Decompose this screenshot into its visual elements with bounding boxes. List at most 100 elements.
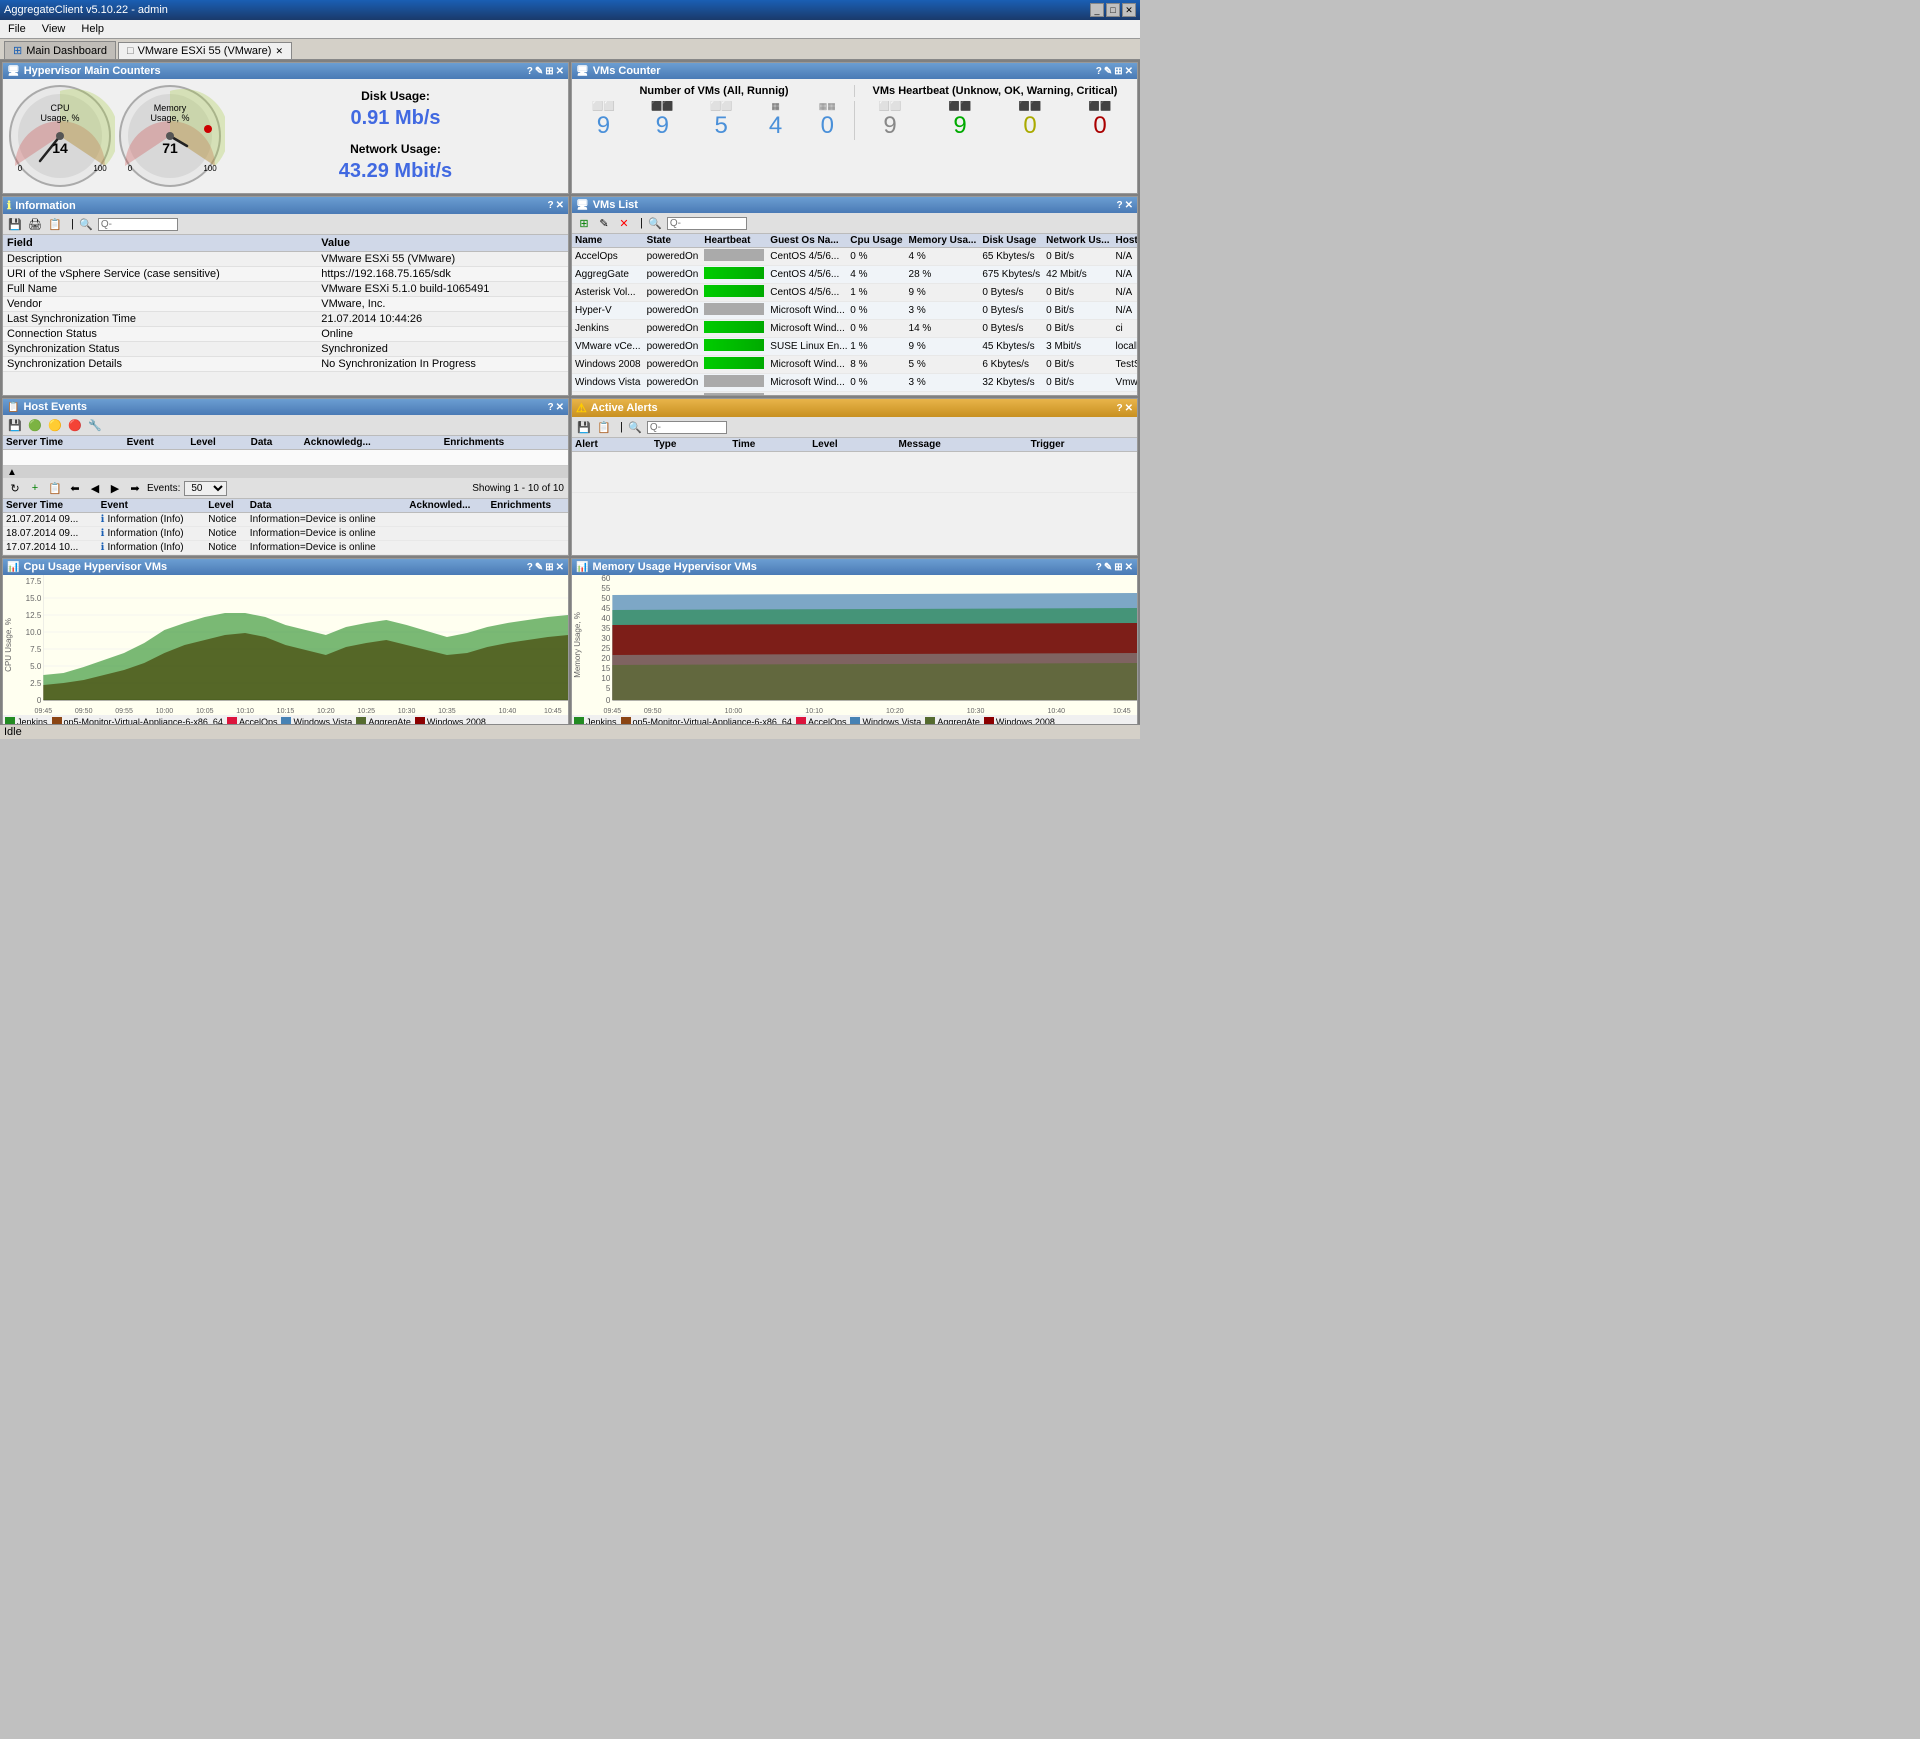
vms-help-icon[interactable]: ? — [1096, 66, 1102, 77]
svg-text:15.0: 15.0 — [26, 594, 42, 603]
events-copy-icon2[interactable]: 📋 — [47, 480, 63, 496]
events-warning-icon[interactable]: 🟡 — [47, 417, 63, 433]
events-count-select[interactable]: 50 100 200 — [184, 481, 227, 496]
powered-off-vms: ⬜⬜ 5 — [710, 101, 732, 140]
vms-counter-header: 🖥 VMs Counter ? ✎ ⊞ ✕ — [572, 63, 1137, 79]
info-toolbar: 💾 🖨 📋 | 🔍 — [3, 214, 568, 235]
tab-close-icon[interactable]: ✕ — [275, 46, 283, 57]
copy-icon[interactable]: 📋 — [47, 216, 63, 232]
vms-add-icon[interactable]: ⊞ — [576, 215, 592, 231]
vms-detach-icon[interactable]: ⊞ — [1114, 66, 1122, 77]
cpu-chart-close-icon[interactable]: ✕ — [556, 562, 564, 573]
svg-text:CPU: CPU — [50, 103, 69, 113]
events-add-icon[interactable]: + — [27, 480, 43, 496]
hb-unknown: ⬜⬜ 9 — [879, 101, 901, 140]
cpu-legend-op5: op5-Monitor-Virtual-Appliance-6-x86_64 — [52, 717, 223, 724]
vms-close-icon[interactable]: ✕ — [1125, 66, 1133, 77]
heartbeat-indicator — [704, 393, 764, 395]
maximize-button[interactable]: □ — [1106, 3, 1120, 17]
events-help-icon[interactable]: ? — [548, 402, 554, 413]
vms-table-row[interactable]: Hyper-VpoweredOnMicrosoft Wind...0 %3 %0… — [572, 302, 1137, 320]
save-icon[interactable]: 💾 — [7, 216, 23, 232]
information-title: Information — [15, 200, 76, 212]
events-filter-icon[interactable]: 🟢 — [27, 417, 43, 433]
vms-list-close-icon[interactable]: ✕ — [1125, 200, 1133, 211]
events-save-icon[interactable]: 💾 — [7, 417, 23, 433]
svg-text:45: 45 — [601, 604, 610, 613]
vm-values-row: ⬜⬜ 9 ⬛⬛ 9 ⬜⬜ 5 — [574, 99, 1135, 142]
network-usage-label: Network Usage: — [233, 142, 558, 156]
cpu-chart-help-icon[interactable]: ? — [527, 562, 533, 573]
events-wrench-icon[interactable]: 🔧 — [87, 417, 103, 433]
info-close-icon[interactable]: ✕ — [556, 200, 564, 211]
mem-chart-edit-icon[interactable]: ✎ — [1104, 562, 1112, 573]
alerts-search-icon[interactable]: 🔍 — [627, 419, 643, 435]
memory-gauge: 71 Memory Usage, % 0 100 — [115, 81, 225, 191]
info-help-icon[interactable]: ? — [548, 200, 554, 211]
cpu-chart-edit-icon[interactable]: ✎ — [535, 562, 543, 573]
events-back-icon[interactable]: ⬅ — [67, 480, 83, 496]
vms-table-row[interactable]: VMware vCe...poweredOnSUSE Linux En...1 … — [572, 338, 1137, 356]
status-bar: Idle — [0, 724, 1140, 739]
vms-table-row[interactable]: op5-Monitor...poweredOnRed Hat Enter...0… — [572, 392, 1137, 396]
help-icon[interactable]: ? — [527, 66, 533, 77]
vms-table-row[interactable]: AggregGatepoweredOnCentOS 4/5/6...4 %28 … — [572, 266, 1137, 284]
alerts-copy-icon[interactable]: 📋 — [596, 419, 612, 435]
events-error-icon[interactable]: 🔴 — [67, 417, 83, 433]
close-panel-icon[interactable]: ✕ — [556, 66, 564, 77]
heartbeat-header: VMs Heartbeat (Unknow, OK, Warning, Crit… — [855, 85, 1135, 97]
vms-table-row[interactable]: Windows 2008poweredOnMicrosoft Wind...8 … — [572, 356, 1137, 374]
alert-triangle-icon: ⚠ — [576, 401, 587, 415]
mem-chart-help-icon[interactable]: ? — [1096, 562, 1102, 573]
svg-text:10:20: 10:20 — [317, 708, 335, 715]
cpu-chart-icon: 📊 — [7, 562, 19, 573]
print-icon[interactable]: 🖨 — [27, 216, 43, 232]
host-events-title: Host Events — [23, 401, 87, 413]
vms-list-help-icon[interactable]: ? — [1117, 200, 1123, 211]
alerts-help-icon[interactable]: ? — [1117, 403, 1123, 414]
events-close-icon[interactable]: ✕ — [556, 402, 564, 413]
events-table-row[interactable]: 21.07.2014 09...ℹInformation (Info)Notic… — [3, 513, 568, 527]
svg-text:10:30: 10:30 — [967, 708, 985, 715]
events-fwd-icon[interactable]: ➡ — [127, 480, 143, 496]
edit-icon[interactable]: ✎ — [535, 66, 543, 77]
minimize-button[interactable]: _ — [1090, 3, 1104, 17]
memory-chart-svg: 0 5 10 15 20 25 30 35 40 45 50 55 60 — [572, 575, 1137, 715]
info-table-row: Synchronization StatusSynchronized — [3, 342, 568, 357]
svg-text:40: 40 — [601, 614, 610, 623]
vms-table-row[interactable]: Windows VistapoweredOnMicrosoft Wind...0… — [572, 374, 1137, 392]
vms-edit-icon[interactable]: ✎ — [1104, 66, 1112, 77]
mem-chart-close-icon[interactable]: ✕ — [1125, 562, 1133, 573]
vms-edit-icon2[interactable]: ✎ — [596, 215, 612, 231]
tab-main-dashboard[interactable]: ⊞ Main Dashboard — [4, 41, 116, 59]
vms-search-icon[interactable]: 🔍 — [647, 215, 663, 231]
alerts-search-input[interactable] — [647, 421, 727, 434]
menu-view[interactable]: View — [38, 22, 70, 36]
vms-delete-icon[interactable]: ✕ — [616, 215, 632, 231]
events-table-row[interactable]: 17.07.2014 10...ℹInformation (Info)Notic… — [3, 541, 568, 555]
vms-search-input[interactable] — [667, 217, 747, 230]
events-prev-icon[interactable]: ◀ — [87, 480, 103, 496]
info-search-input[interactable] — [98, 218, 178, 231]
alerts-close-icon[interactable]: ✕ — [1125, 403, 1133, 414]
search-icon[interactable]: 🔍 — [78, 216, 94, 232]
monitor-icon: 🖥 — [7, 66, 20, 77]
cpu-chart-detach-icon[interactable]: ⊞ — [545, 562, 553, 573]
mem-chart-detach-icon[interactable]: ⊞ — [1114, 562, 1122, 573]
vms-table-row[interactable]: AccelOpspoweredOnCentOS 4/5/6...0 %4 %65… — [572, 248, 1137, 266]
events-next-icon[interactable]: ▶ — [107, 480, 123, 496]
events-splitter[interactable]: ▲ — [3, 466, 568, 478]
svg-text:10:10: 10:10 — [805, 708, 823, 715]
alerts-save-icon[interactable]: 💾 — [576, 419, 592, 435]
svg-text:5.0: 5.0 — [30, 662, 42, 671]
menu-file[interactable]: File — [4, 22, 30, 36]
close-button[interactable]: ✕ — [1122, 3, 1136, 17]
events-refresh-icon[interactable]: ↻ — [7, 480, 23, 496]
vms-table-row[interactable]: Asterisk Vol...poweredOnCentOS 4/5/6...1… — [572, 284, 1137, 302]
menu-help[interactable]: Help — [77, 22, 108, 36]
svg-text:10:45: 10:45 — [1113, 708, 1131, 715]
detach-icon[interactable]: ⊞ — [545, 66, 553, 77]
events-table-row[interactable]: 18.07.2014 09...ℹInformation (Info)Notic… — [3, 527, 568, 541]
vms-table-row[interactable]: JenkinspoweredOnMicrosoft Wind...0 %14 %… — [572, 320, 1137, 338]
tab-vmware-esxi[interactable]: □ VMware ESXi 55 (VMware) ✕ — [118, 42, 292, 59]
